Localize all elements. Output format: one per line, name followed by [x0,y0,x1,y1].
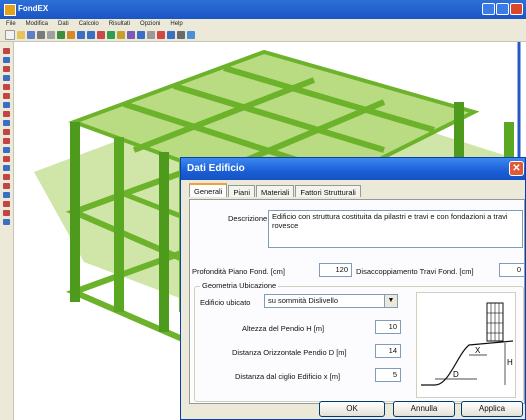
menu-risultati[interactable]: Risultati [109,19,130,29]
sidebar-tool-icon[interactable] [3,120,10,126]
app-title: FondEX [18,4,49,13]
sidebar-tool-icon[interactable] [3,201,10,207]
dialog-titlebar: Dati Edificio ✕ [181,158,525,180]
distanza-d-input[interactable]: 14 [375,344,401,358]
sidebar-tool-icon[interactable] [3,48,10,54]
save-icon[interactable] [27,31,35,39]
applica-button[interactable]: Applica [461,401,523,417]
tool-sidebar [0,42,14,420]
chevron-down-icon[interactable]: ▼ [384,295,397,307]
sidebar-tool-icon[interactable] [3,174,10,180]
close-window-button[interactable] [510,3,523,15]
applica-button-label: Applica [478,404,506,413]
disaccoppiamento-input[interactable]: 0 [499,263,525,277]
dati-edificio-dialog: Dati Edificio ✕ Generali Piani Materiali… [180,157,526,420]
d-dimension-label: D [453,370,459,379]
sidebar-tool-icon[interactable] [3,111,10,117]
menu-dati[interactable]: Dati [58,19,69,29]
pillar [159,152,169,332]
structure-icon[interactable] [57,31,65,39]
menubar: File Modifica Dati Calcolo Risultati Opz… [0,19,526,29]
altezza-input[interactable]: 10 [375,320,401,334]
sidebar-tool-icon[interactable] [3,93,10,99]
slope-diagram-graphic: X H D [421,302,514,386]
sidebar-tool-icon[interactable] [3,138,10,144]
pillar-icon[interactable] [97,31,105,39]
disaccoppiamento-label: Disaccoppiamento Travi Fond. [cm] [356,267,474,276]
tab-piani[interactable]: Piani [228,185,256,197]
zoom-icon[interactable] [137,31,145,39]
geometria-group-title: Geometria Ubicazione [200,281,279,290]
menu-modifica[interactable]: Modifica [26,19,48,29]
sidebar-tool-icon[interactable] [3,75,10,81]
menu-file[interactable]: File [6,19,16,29]
pan-icon[interactable] [147,31,155,39]
distanza-d-label: Distanza Orizzontale Pendio D [m] [232,348,347,357]
layer-icon[interactable] [177,31,185,39]
sidebar-tool-icon[interactable] [3,210,10,216]
tab-fattori-strutturali[interactable]: Fattori Strutturali [295,185,361,197]
view3d-icon[interactable] [127,31,135,39]
calculate-icon[interactable] [107,31,115,39]
results-icon[interactable] [117,31,125,39]
tab-generali[interactable]: Generali [189,183,228,197]
altezza-label: Altezza del Pendio H [m] [242,324,325,333]
sidebar-tool-icon[interactable] [3,57,10,63]
maximize-button[interactable] [496,3,509,15]
h-dimension-label: H [507,358,513,367]
load-icon[interactable] [67,31,75,39]
ok-button-label: OK [346,404,358,413]
edificio-ubicato-value: su sommità Dislivello [268,296,339,305]
sidebar-tool-icon[interactable] [3,165,10,171]
menu-calcolo[interactable]: Calcolo [79,19,99,29]
rotate-icon[interactable] [167,31,175,39]
x-dimension-label: X [475,346,481,355]
tab-strip: Generali Piani Materiali Fattori Struttu… [189,183,362,199]
edificio-ubicato-label: Edificio ubicato [200,298,251,307]
print-icon[interactable] [37,31,45,39]
tab-panel-generali: Descrizione Edificio con struttura costi… [189,199,525,404]
profondita-label: Profondità Piano Fond. [cm] [192,267,285,276]
sidebar-tool-icon[interactable] [3,84,10,90]
beam-icon[interactable] [87,31,95,39]
edificio-ubicato-select[interactable]: su sommità Dislivello ▼ [264,294,398,308]
preview-icon[interactable] [47,31,55,39]
sidebar-tool-icon[interactable] [3,129,10,135]
minimize-button[interactable] [482,3,495,15]
menu-opzioni[interactable]: Opzioni [140,19,160,29]
stop-icon[interactable] [157,31,165,39]
app-titlebar: FondEX [0,0,526,19]
grid-icon[interactable] [77,31,85,39]
help-icon[interactable] [187,31,195,39]
slope-diagram: X H D [416,292,516,398]
distanza-x-input[interactable]: 5 [375,368,401,382]
sidebar-tool-icon[interactable] [3,219,10,225]
close-icon[interactable]: ✕ [509,161,524,176]
descrizione-label: Descrizione [228,214,268,223]
sidebar-tool-icon[interactable] [3,156,10,162]
toolbar [0,29,526,42]
open-folder-icon[interactable] [17,31,25,39]
ok-button[interactable]: OK [319,401,385,417]
pillar [114,137,124,312]
new-file-icon[interactable] [5,30,15,40]
distanza-x-label: Distanza dal ciglio Edificio x [m] [235,372,341,381]
annulla-button[interactable]: Annulla [393,401,455,417]
sidebar-tool-icon[interactable] [3,102,10,108]
slope-profile [421,340,514,386]
pillar [70,122,80,302]
dialog-title: Dati Edificio [187,163,245,174]
descrizione-textarea[interactable]: Edificio con struttura costituita da pil… [268,210,523,248]
menu-help[interactable]: Help [170,19,182,29]
profondita-input[interactable]: 120 [319,263,352,277]
sidebar-tool-icon[interactable] [3,66,10,72]
tab-materiali[interactable]: Materiali [256,185,295,197]
annulla-button-label: Annulla [410,404,438,413]
sidebar-tool-icon[interactable] [3,192,10,198]
app-icon [4,4,16,16]
sidebar-tool-icon[interactable] [3,183,10,189]
sidebar-tool-icon[interactable] [3,147,10,153]
